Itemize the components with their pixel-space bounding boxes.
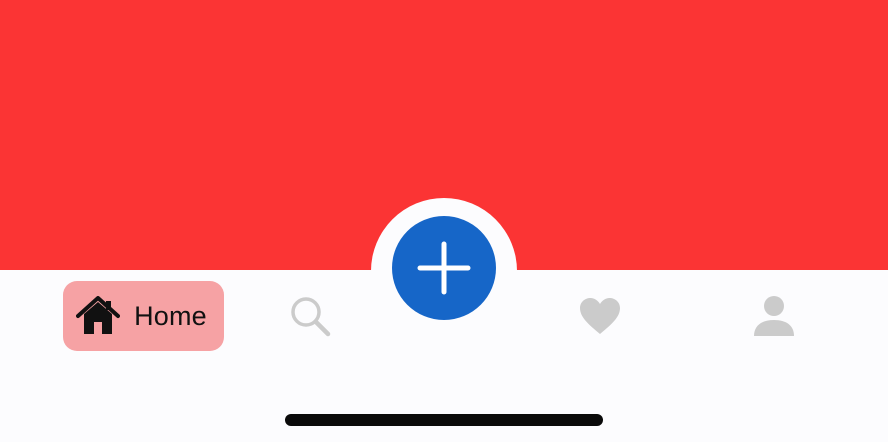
heart-icon [578, 296, 622, 336]
tab-home-label: Home [134, 300, 207, 331]
add-button[interactable] [392, 216, 496, 320]
home-indicator [285, 414, 603, 426]
home-icon [76, 296, 121, 336]
plus-icon [416, 240, 472, 296]
tab-profile[interactable] [746, 290, 802, 342]
tab-search[interactable] [282, 290, 338, 342]
tab-home[interactable]: Home [63, 281, 224, 351]
user-icon [752, 295, 796, 337]
tab-favorites[interactable] [572, 290, 628, 342]
search-icon [288, 294, 332, 338]
